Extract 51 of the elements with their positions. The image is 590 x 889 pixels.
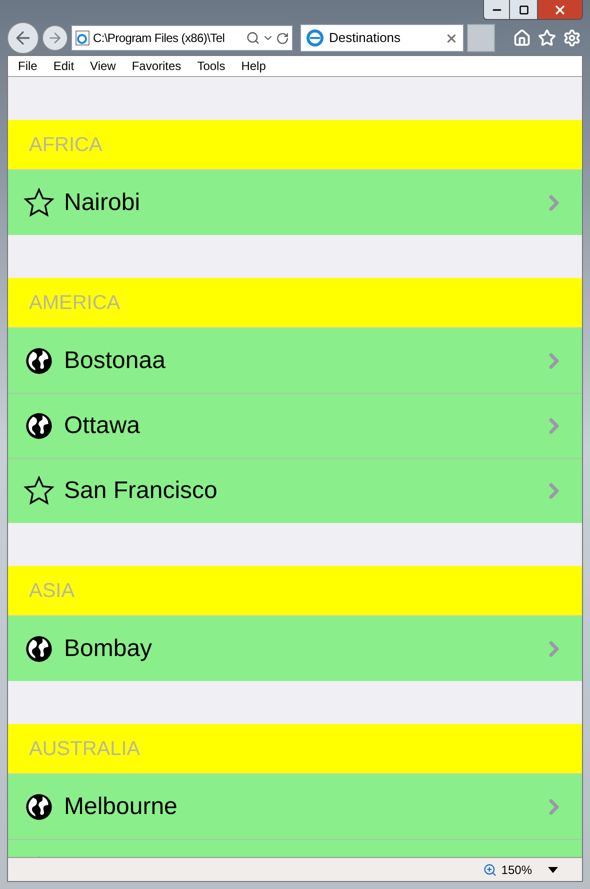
- address-text: C:\Program Files (x86)\Tel: [93, 30, 226, 47]
- destination-name: Ottawa: [64, 411, 142, 441]
- settings-icon[interactable]: [563, 29, 581, 47]
- browser-tab[interactable]: Destinations: [300, 24, 464, 52]
- destination-name: Bombay: [64, 634, 154, 664]
- forward-arrow-icon: [47, 30, 63, 46]
- menu-item[interactable]: Edit: [53, 57, 74, 75]
- forward-button[interactable]: [42, 25, 68, 51]
- destination-name: Nairobi: [64, 188, 142, 218]
- globe-icon: [25, 634, 53, 662]
- star-icon: [23, 475, 55, 507]
- destination-row[interactable]: Bombay: [8, 616, 582, 681]
- back-button[interactable]: [7, 22, 39, 54]
- section-header: AMERICA: [8, 278, 582, 328]
- destination-row[interactable]: Nairobi: [8, 170, 582, 235]
- maximize-icon: [518, 4, 528, 14]
- section-header: AFRICA: [8, 120, 582, 170]
- menu-item[interactable]: Tools: [197, 57, 226, 75]
- globe-icon: [25, 792, 53, 820]
- destination-name: Melbourne: [64, 792, 178, 822]
- section-header: AUSTRALIA: [8, 724, 582, 774]
- section-header: ASIA: [8, 566, 582, 616]
- globe-icon: [25, 346, 53, 374]
- favorites-icon[interactable]: [538, 29, 556, 47]
- menu-item[interactable]: View: [90, 57, 116, 75]
- destination-name: Bostonaa: [64, 346, 166, 376]
- destination-row[interactable]: Melbourne: [8, 774, 582, 839]
- close-icon: [553, 2, 567, 16]
- refresh-icon[interactable]: [276, 32, 289, 44]
- address-bar[interactable]: C:\Program Files (x86)\Tel: [71, 25, 293, 51]
- home-icon[interactable]: [513, 29, 531, 47]
- destination-name: San Francisco: [64, 476, 218, 506]
- zoom-level[interactable]: 150%: [501, 860, 532, 878]
- destination-row[interactable]: Bostonaa: [8, 328, 582, 393]
- search-icon[interactable]: [246, 31, 260, 45]
- tab-title: Destinations: [329, 29, 402, 48]
- close-icon[interactable]: [445, 32, 458, 44]
- minimize-button[interactable]: [483, 0, 510, 20]
- zoom-icon: [483, 862, 498, 876]
- browser-logo-icon: [306, 29, 324, 47]
- menu-item[interactable]: File: [18, 57, 38, 75]
- page-icon: [75, 30, 91, 46]
- star-icon: [23, 186, 55, 218]
- globe-icon: [25, 412, 53, 440]
- menu-item[interactable]: Favorites: [132, 57, 182, 75]
- destination-row[interactable]: Ottawa: [8, 393, 582, 458]
- maximize-button[interactable]: [510, 0, 537, 20]
- menu-item[interactable]: Help: [241, 57, 266, 75]
- destination-row[interactable]: San Francisco: [8, 458, 582, 523]
- close-button[interactable]: [537, 0, 583, 20]
- dropdown-icon[interactable]: [548, 866, 558, 872]
